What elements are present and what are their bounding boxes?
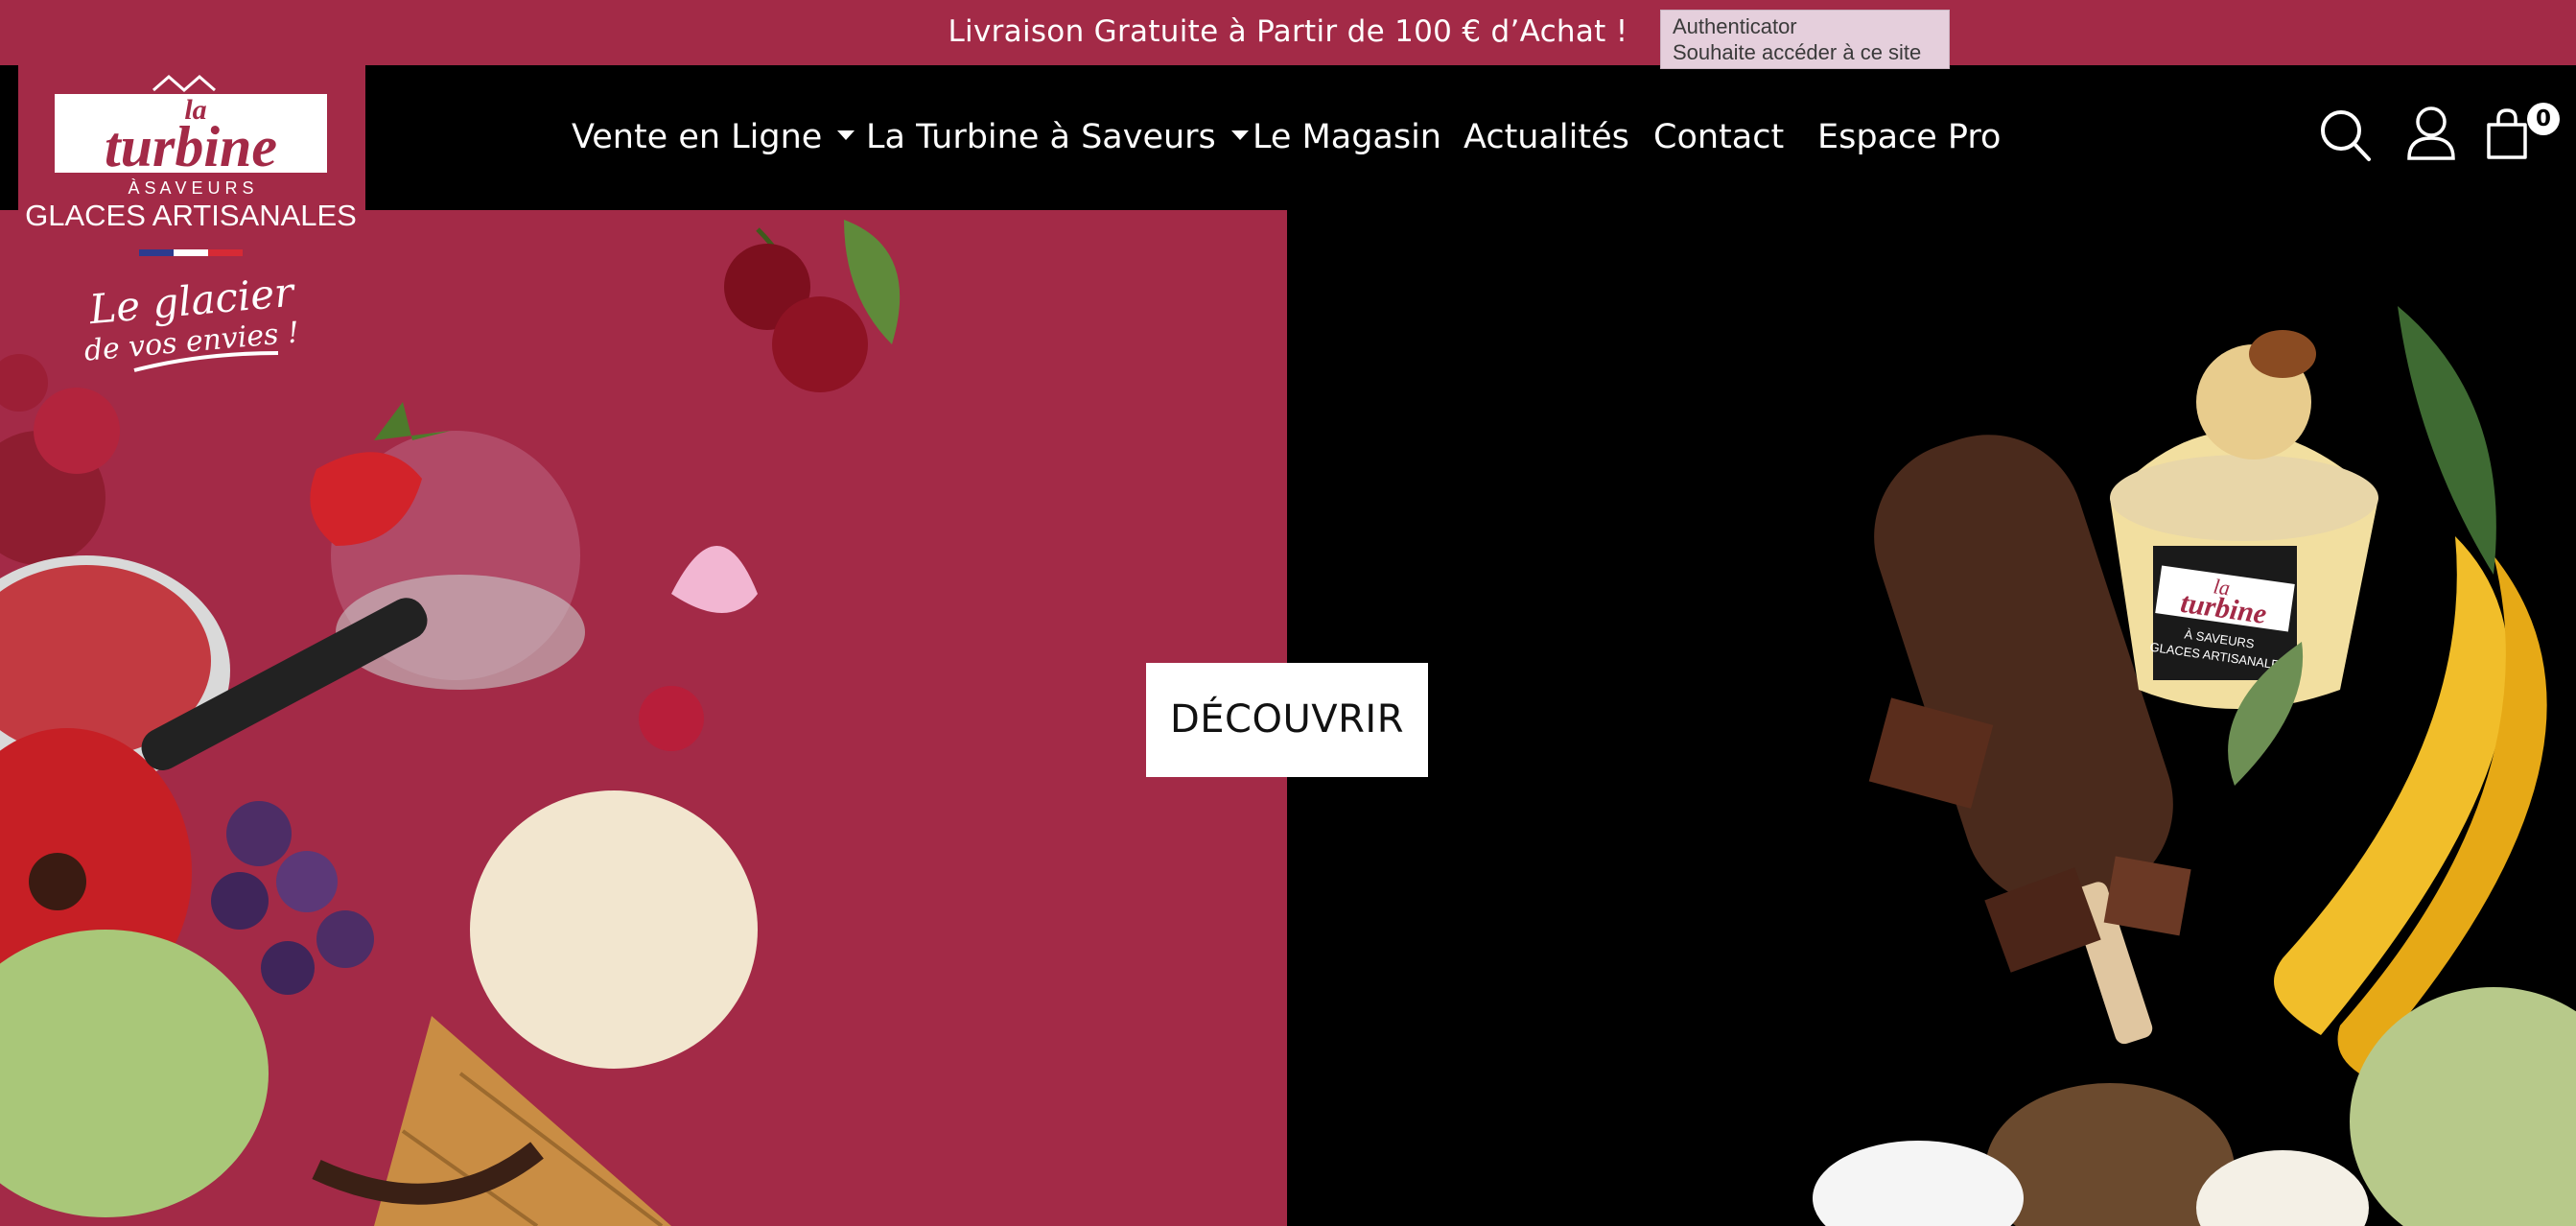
nav-vente-en-ligne[interactable]: Vente en Ligne — [572, 115, 855, 159]
nav-label: Actualités — [1464, 118, 1629, 156]
berries — [211, 801, 374, 995]
pink-meringue — [671, 546, 758, 613]
announcement-bar: Livraison Gratuite à Partir de 100 € d’A… — [0, 0, 2576, 65]
user-icon[interactable] — [2406, 106, 2456, 161]
tooltip-text: Souhaite accéder à ce site — [1673, 40, 1922, 64]
nav-le-magasin[interactable]: Le Magasin — [1253, 115, 1441, 159]
nav-label: Espace Pro — [1817, 118, 2002, 156]
french-flag-icon — [139, 249, 243, 256]
nav-label: Le Magasin — [1253, 118, 1441, 156]
announcement-text: Livraison Gratuite à Partir de 100 € d’A… — [948, 14, 1628, 49]
ice-cream-pot: la turbine À SAVEURS GLACES ARTISANALES — [2110, 330, 2378, 709]
cart-count-badge: 0 — [2527, 103, 2560, 135]
discover-button[interactable]: DÉCOUVRIR — [1146, 663, 1428, 777]
shopping-bag-icon[interactable] — [2485, 107, 2529, 161]
cherries — [724, 220, 901, 392]
nav-label: La Turbine à Saveurs — [866, 118, 1216, 156]
tooltip-title: Authenticator — [1673, 14, 1797, 38]
nav-espace-pro[interactable]: Espace Pro — [1817, 115, 2001, 159]
main-nav: Vente en Ligne La Turbine à Saveurs Le M… — [0, 65, 2576, 210]
caret-down-icon — [1230, 130, 1249, 140]
coconut — [1813, 1083, 2369, 1226]
green-ice-cream — [0, 930, 269, 1217]
authenticator-tooltip: Authenticator Souhaite accéder à ce site — [1660, 10, 1950, 69]
nav-la-turbine-a-saveurs[interactable]: La Turbine à Saveurs — [866, 115, 1249, 159]
nav-actualites[interactable]: Actualités — [1464, 115, 1629, 159]
nav-label: Vente en Ligne — [572, 118, 823, 156]
ice-cream-cone — [374, 686, 758, 1226]
caret-down-icon — [837, 130, 855, 140]
search-icon[interactable] — [2319, 108, 2373, 164]
nav-label: Contact — [1653, 118, 1785, 156]
nav-contact[interactable]: Contact — [1653, 115, 1784, 159]
